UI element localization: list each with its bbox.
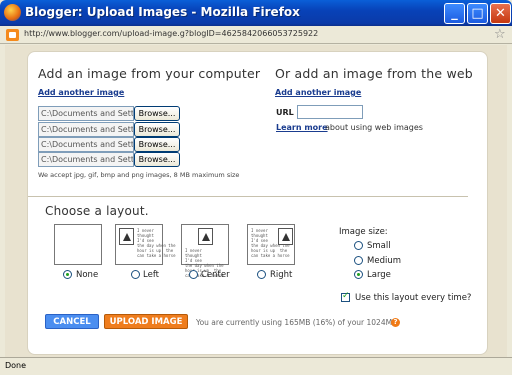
help-icon[interactable]: ? xyxy=(391,318,400,327)
layout-thumb-right[interactable]: I never thought I'd see the day when the… xyxy=(247,224,295,265)
maximize-button[interactable]: □ xyxy=(467,3,488,24)
browse-button[interactable]: Browse... xyxy=(134,152,180,167)
size-label-small: Small xyxy=(367,241,391,251)
web-heading: Or add an image from the web xyxy=(275,66,473,81)
learn-more-link[interactable]: Learn more xyxy=(276,123,328,132)
minimize-icon: _ xyxy=(451,6,458,21)
sample-text: I never thought I'd see the day when the… xyxy=(137,228,176,258)
image-url-input[interactable] xyxy=(297,105,363,119)
file-path-field[interactable]: C:\Documents and Setti xyxy=(38,152,134,167)
status-bar: Done xyxy=(0,357,512,375)
layout-label-none: None xyxy=(76,270,99,280)
layout-radio-center[interactable] xyxy=(189,270,198,279)
file-input-row-3: C:\Documents and Setti Browse... xyxy=(38,137,181,152)
layout-radio-left[interactable] xyxy=(131,270,140,279)
layout-thumb-center[interactable]: I never thought I'd see the day when the… xyxy=(181,224,229,278)
size-radio-small[interactable] xyxy=(354,241,363,250)
add-another-image-link-left[interactable]: Add another image xyxy=(38,88,124,97)
add-another-image-link-right[interactable]: Add another image xyxy=(275,88,361,97)
layout-thumb-none[interactable] xyxy=(54,224,102,265)
browser-window: Blogger: Upload Images - Mozilla Firefox… xyxy=(0,0,512,375)
file-input-row-1: C:\Documents and Setti Browse... xyxy=(38,106,181,121)
url-text[interactable]: http://www.blogger.com/upload-image.g?bl… xyxy=(24,29,318,38)
size-radio-medium[interactable] xyxy=(354,256,363,265)
browse-button[interactable]: Browse... xyxy=(134,106,180,121)
window-title: Blogger: Upload Images - Mozilla Firefox xyxy=(25,5,300,19)
title-bar[interactable]: Blogger: Upload Images - Mozilla Firefox… xyxy=(0,0,512,26)
section-divider xyxy=(28,196,468,197)
close-button[interactable]: ✕ xyxy=(490,3,511,24)
address-bar[interactable]: http://www.blogger.com/upload-image.g?bl… xyxy=(0,26,512,44)
blogger-favicon-icon xyxy=(6,29,19,41)
bookmark-star-icon[interactable]: ☆ xyxy=(494,27,506,42)
layout-label-right: Right xyxy=(270,270,293,280)
cancel-button[interactable]: CANCEL xyxy=(45,314,99,329)
file-path-field[interactable]: C:\Documents and Setti xyxy=(38,137,134,152)
file-path-field[interactable]: C:\Documents and Setti xyxy=(38,106,134,121)
layout-label-center: Center xyxy=(201,270,230,280)
maximize-icon: □ xyxy=(471,6,484,21)
computer-heading: Add an image from your computer xyxy=(38,66,261,81)
learn-more-suffix: about using web images xyxy=(325,123,423,132)
image-size-label: Image size: xyxy=(339,227,388,237)
close-icon: ✕ xyxy=(495,6,506,21)
file-input-row-4: C:\Documents and Setti Browse... xyxy=(38,152,181,167)
remember-layout-checkbox[interactable] xyxy=(341,291,350,302)
upload-image-button[interactable]: UPLOAD IMAGE xyxy=(104,314,188,329)
size-label-large: Large xyxy=(367,270,391,280)
layout-radio-right[interactable] xyxy=(257,270,266,279)
file-format-note: We accept jpg, gif, bmp and png images, … xyxy=(38,171,240,179)
url-label: URL xyxy=(276,108,294,117)
browse-button[interactable]: Browse... xyxy=(134,137,180,152)
file-path-field[interactable]: C:\Documents and Setti xyxy=(38,122,134,137)
status-text: Done xyxy=(5,361,27,370)
layout-radio-none[interactable] xyxy=(63,270,72,279)
layout-thumb-left[interactable]: I never thought I'd see the day when the… xyxy=(115,224,176,265)
firefox-logo-icon xyxy=(4,4,21,21)
remember-layout-label: Use this layout every time? xyxy=(355,293,472,303)
file-input-row-2: C:\Documents and Setti Browse... xyxy=(38,122,181,137)
size-label-medium: Medium xyxy=(367,256,401,266)
layout-heading: Choose a layout. xyxy=(45,204,149,218)
layout-label-left: Left xyxy=(143,270,159,280)
image-placeholder-icon xyxy=(198,228,213,245)
image-placeholder-icon xyxy=(119,228,134,245)
image-placeholder-icon xyxy=(278,228,293,245)
storage-usage-text: You are currently using 165MB (16%) of y… xyxy=(196,318,398,327)
browse-button[interactable]: Browse... xyxy=(134,122,180,137)
minimize-button[interactable]: _ xyxy=(444,3,465,24)
size-radio-large[interactable] xyxy=(354,270,363,279)
